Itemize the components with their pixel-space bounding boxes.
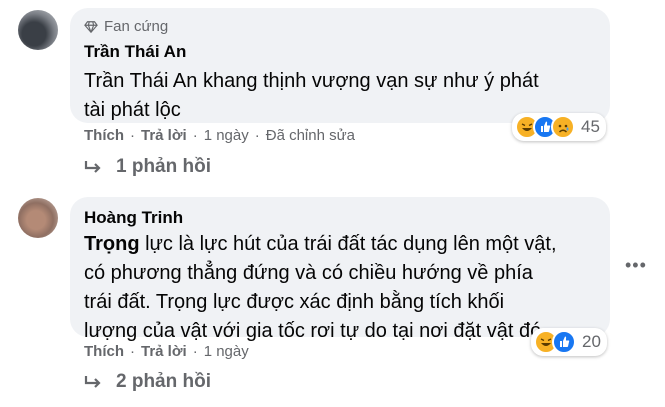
avatar[interactable] xyxy=(18,198,58,238)
comment-bubble: Fan cứng Trần Thái An Trần Thái An khang… xyxy=(70,8,610,123)
comment-text-line: lượng của vật với gia tốc rơi tự do tại … xyxy=(84,320,547,342)
separator: · xyxy=(130,127,135,144)
reaction-count: 20 xyxy=(582,332,601,351)
view-replies-link[interactable]: 2 phản hồi xyxy=(84,371,211,393)
replies-label: 2 phản hồi xyxy=(116,371,211,392)
edited-label[interactable]: Đã chỉnh sửa xyxy=(266,127,355,144)
separator: · xyxy=(192,343,198,360)
diamond-icon xyxy=(84,20,98,33)
comment-actions: Thích · Trả lời · 1 ngày xyxy=(84,343,249,360)
comment-text-rest: lực là lực hút của trái đất tác dụng lên… xyxy=(139,233,557,255)
comment-text: Trọng lực là lực hút của trái đất tác dụ… xyxy=(84,230,604,346)
reply-arrow-icon xyxy=(84,161,101,173)
more-options-icon[interactable]: ••• xyxy=(625,255,647,276)
like-button[interactable]: Thích xyxy=(84,127,124,144)
comment-text-line: trái đất. Trọng lực được xác định bằng t… xyxy=(84,291,505,313)
like-button[interactable]: Thích xyxy=(84,343,124,360)
separator: · xyxy=(130,343,135,360)
like-icon xyxy=(552,330,576,354)
comment-author[interactable]: Trần Thái An xyxy=(84,42,186,62)
comment-text-bold: Trọng xyxy=(84,233,140,255)
comment-author[interactable]: Hoàng Trinh xyxy=(84,208,183,228)
timestamp[interactable]: 1 ngày xyxy=(204,127,249,144)
comment-actions: Thích · Trả lời · 1 ngày · Đã chỉnh sửa xyxy=(84,127,355,144)
sad-icon xyxy=(551,115,575,139)
view-replies-link[interactable]: 1 phản hồi xyxy=(84,156,211,178)
reactions-summary[interactable]: 45 xyxy=(512,113,606,141)
comment-text-line: Trọng lực là lực hút của trái đất tác dụ… xyxy=(84,230,604,259)
reactions-summary[interactable]: 20 xyxy=(531,328,607,356)
timestamp[interactable]: 1 ngày xyxy=(204,343,249,360)
comment-text-line: có phương thẳng đứng và có chiều hướng v… xyxy=(84,262,533,284)
reaction-count: 45 xyxy=(581,117,600,136)
reply-arrow-icon xyxy=(84,376,101,388)
avatar[interactable] xyxy=(18,10,58,50)
reply-button[interactable]: Trả lời xyxy=(141,343,187,360)
reply-button[interactable]: Trả lời xyxy=(141,127,187,144)
separator: · xyxy=(254,127,260,144)
comment-text-line: Trần Thái An khang thịnh vượng vạn sự nh… xyxy=(84,70,539,92)
separator: · xyxy=(192,127,198,144)
replies-label: 1 phản hồi xyxy=(116,156,211,177)
badge-label: Fan cứng xyxy=(104,18,169,35)
comment-bubble: Hoàng Trinh Trọng lực là lực hút của trá… xyxy=(70,197,610,342)
fan-badge[interactable]: Fan cứng xyxy=(84,18,168,35)
